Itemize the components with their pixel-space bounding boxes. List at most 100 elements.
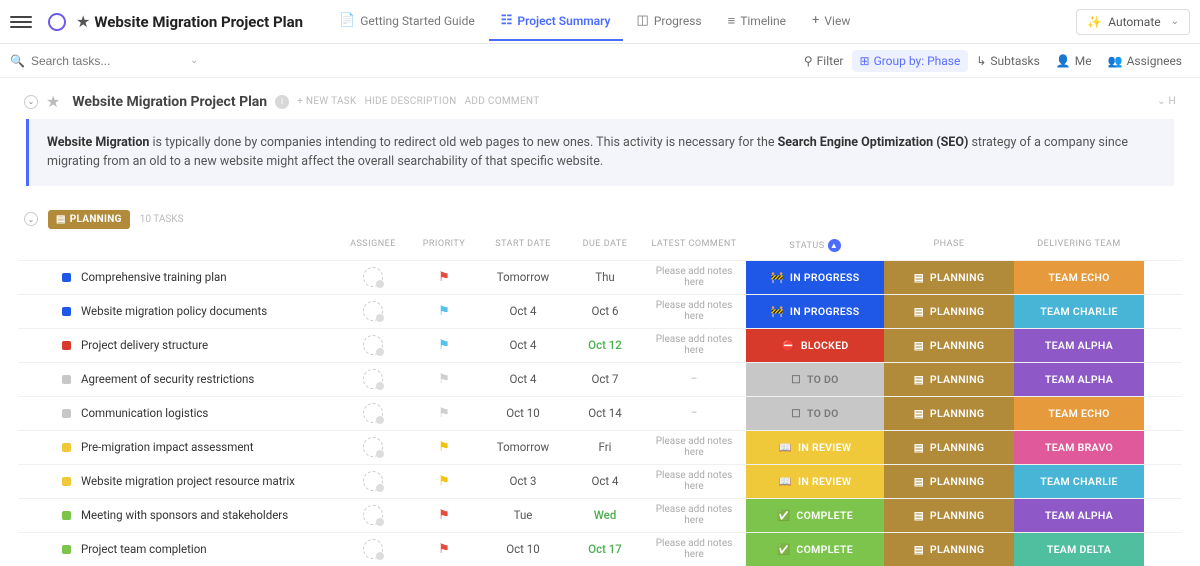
assignee-avatar[interactable] — [363, 437, 383, 457]
assignee-avatar[interactable] — [363, 505, 383, 525]
latest-comment[interactable]: Please add noteshere — [656, 436, 733, 458]
team-cell[interactable]: TEAM CHARLIE — [1014, 295, 1144, 328]
due-date[interactable]: Oct 14 — [568, 397, 642, 430]
view-tab[interactable]: ☷Project Summary — [489, 3, 623, 41]
task-row[interactable]: Website migration project resource matri… — [18, 464, 1182, 498]
phase-cell[interactable]: ▤PLANNING — [884, 397, 1014, 430]
latest-comment[interactable]: Please add noteshere — [656, 266, 733, 288]
phase-cell[interactable]: ▤PLANNING — [884, 363, 1014, 396]
team-cell[interactable]: TEAM ECHO — [1014, 261, 1144, 294]
phase-cell[interactable]: ▤PLANNING — [884, 499, 1014, 532]
view-tab[interactable]: +View — [800, 3, 862, 41]
assignee-avatar[interactable] — [363, 539, 383, 559]
add-comment-button[interactable]: ADD COMMENT — [465, 96, 540, 107]
start-date[interactable]: Tomorrow — [478, 431, 568, 464]
view-tab[interactable]: 📄Getting Started Guide — [327, 3, 487, 41]
group-pill[interactable]: ▤PLANNING — [48, 210, 130, 229]
status-cell[interactable]: 🚧IN PROGRESS — [746, 261, 884, 294]
me-button[interactable]: 👤Me — [1048, 50, 1100, 72]
status-cell[interactable]: 📖IN REVIEW — [746, 465, 884, 498]
assignee-avatar[interactable] — [363, 369, 383, 389]
star-icon[interactable]: ★ — [46, 92, 60, 111]
status-cell[interactable]: ✅COMPLETE — [746, 499, 884, 532]
automate-button[interactable]: ✨ Automate ⌄ — [1076, 9, 1190, 35]
due-date[interactable]: Oct 6 — [568, 295, 642, 328]
flag-icon[interactable]: ⚑ — [438, 338, 450, 353]
assignees-button[interactable]: 👥Assignees — [1100, 50, 1190, 72]
flag-icon[interactable]: ⚑ — [438, 474, 450, 489]
phase-cell[interactable]: ▤PLANNING — [884, 431, 1014, 464]
due-date[interactable]: Oct 12 — [568, 329, 642, 362]
task-row[interactable]: Project delivery structure⚑Oct 4Oct 12Pl… — [18, 328, 1182, 362]
flag-icon[interactable]: ⚑ — [438, 406, 450, 421]
latest-comment[interactable]: Please add noteshere — [656, 470, 733, 492]
latest-comment[interactable]: Please add noteshere — [656, 538, 733, 560]
latest-comment[interactable]: Please add noteshere — [656, 300, 733, 322]
new-task-button[interactable]: + NEW TASK — [297, 96, 356, 107]
phase-cell[interactable]: ▤PLANNING — [884, 533, 1014, 566]
hamburger-icon[interactable] — [10, 11, 32, 33]
start-date[interactable]: Oct 10 — [478, 533, 568, 566]
col-due-date[interactable]: DUE DATE — [568, 239, 642, 252]
view-tab[interactable]: ≡Timeline — [716, 3, 798, 41]
chevron-down-icon[interactable]: ⌄ — [190, 55, 198, 66]
search-input[interactable] — [31, 54, 186, 68]
hide-description-button[interactable]: HIDE DESCRIPTION — [365, 96, 457, 107]
phase-cell[interactable]: ▤PLANNING — [884, 261, 1014, 294]
assignee-avatar[interactable] — [363, 301, 383, 321]
task-row[interactable]: Comprehensive training plan⚑TomorrowThuP… — [18, 260, 1182, 294]
subtasks-button[interactable]: ↳Subtasks — [968, 50, 1047, 72]
latest-comment[interactable]: – — [691, 374, 698, 385]
task-row[interactable]: Agreement of security restrictions⚑Oct 4… — [18, 362, 1182, 396]
col-start-date[interactable]: START DATE — [478, 239, 568, 252]
assignee-avatar[interactable] — [363, 267, 383, 287]
due-date[interactable]: Wed — [568, 499, 642, 532]
start-date[interactable]: Tue — [478, 499, 568, 532]
flag-icon[interactable]: ⚑ — [438, 372, 450, 387]
latest-comment[interactable]: Please add noteshere — [656, 504, 733, 526]
task-row[interactable]: Project team completion⚑Oct 10Oct 17Plea… — [18, 532, 1182, 566]
team-cell[interactable]: TEAM CHARLIE — [1014, 465, 1144, 498]
phase-cell[interactable]: ▤PLANNING — [884, 329, 1014, 362]
start-date[interactable]: Oct 4 — [478, 329, 568, 362]
task-row[interactable]: Website migration policy documents⚑Oct 4… — [18, 294, 1182, 328]
groupby-button[interactable]: ⊞Group by: Phase — [852, 50, 969, 72]
col-team[interactable]: DELIVERING TEAM — [1014, 239, 1144, 252]
filter-button[interactable]: ⚲Filter — [796, 50, 852, 72]
due-date[interactable]: Fri — [568, 431, 642, 464]
start-date[interactable]: Oct 4 — [478, 295, 568, 328]
team-cell[interactable]: TEAM ALPHA — [1014, 499, 1144, 532]
team-cell[interactable]: TEAM ALPHA — [1014, 329, 1144, 362]
assignee-avatar[interactable] — [363, 471, 383, 491]
start-date[interactable]: Tomorrow — [478, 261, 568, 294]
due-date[interactable]: Thu — [568, 261, 642, 294]
due-date[interactable]: Oct 4 — [568, 465, 642, 498]
status-cell[interactable]: ⛔BLOCKED — [746, 329, 884, 362]
team-cell[interactable]: TEAM DELTA — [1014, 533, 1144, 566]
status-cell[interactable]: 📖IN REVIEW — [746, 431, 884, 464]
status-cell[interactable]: 🚧IN PROGRESS — [746, 295, 884, 328]
status-cell[interactable]: ✅COMPLETE — [746, 533, 884, 566]
col-latest-comment[interactable]: LATEST COMMENT — [642, 239, 746, 252]
phase-cell[interactable]: ▤PLANNING — [884, 295, 1014, 328]
team-cell[interactable]: TEAM BRAVO — [1014, 431, 1144, 464]
assignee-avatar[interactable] — [363, 403, 383, 423]
due-date[interactable]: Oct 7 — [568, 363, 642, 396]
flag-icon[interactable]: ⚑ — [438, 542, 450, 557]
info-icon[interactable]: i — [275, 95, 289, 109]
star-icon[interactable]: ★ — [76, 12, 90, 31]
status-cell[interactable]: ☐TO DO — [746, 363, 884, 396]
status-cell[interactable]: ☐TO DO — [746, 397, 884, 430]
col-phase[interactable]: PHASE — [884, 239, 1014, 252]
phase-cell[interactable]: ▤PLANNING — [884, 465, 1014, 498]
latest-comment[interactable]: Please add noteshere — [656, 334, 733, 356]
collapse-icon[interactable]: ⌄ — [24, 95, 38, 109]
assignee-avatar[interactable] — [363, 335, 383, 355]
start-date[interactable]: Oct 4 — [478, 363, 568, 396]
latest-comment[interactable]: – — [691, 408, 698, 419]
task-row[interactable]: Meeting with sponsors and stakeholders⚑T… — [18, 498, 1182, 532]
due-date[interactable]: Oct 17 — [568, 533, 642, 566]
col-assignee[interactable]: ASSIGNEE — [336, 239, 410, 252]
start-date[interactable]: Oct 10 — [478, 397, 568, 430]
start-date[interactable]: Oct 3 — [478, 465, 568, 498]
